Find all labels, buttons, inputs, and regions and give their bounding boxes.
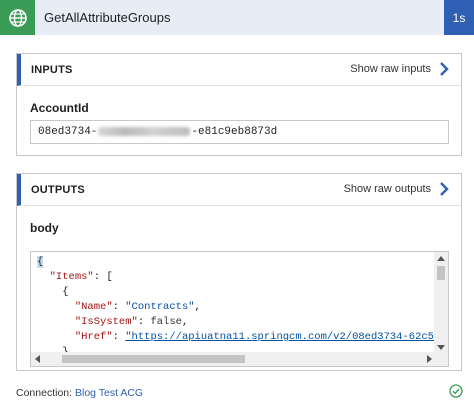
accountid-value-end: -e81c9eb8873d — [191, 126, 278, 138]
json-viewer[interactable]: { "Items": [ { "Name": "Contracts", "IsS… — [30, 251, 449, 367]
body-label: body — [30, 221, 59, 235]
code-bracket: [ — [106, 271, 113, 283]
code-key: "Href" — [74, 331, 113, 343]
scrollbar-corner — [434, 352, 448, 366]
vertical-scrollbar[interactable] — [434, 252, 448, 354]
duration-badge: 1s — [444, 0, 474, 35]
outputs-section: OUTPUTS Show raw outputs body { "Items":… — [16, 173, 462, 371]
accountid-label: AccountId — [30, 101, 89, 115]
horizontal-scrollbar[interactable] — [31, 352, 436, 366]
accountid-value-start: 08ed3734- — [38, 126, 98, 138]
accountid-value[interactable]: 08ed3734- -e81c9eb8873d — [30, 120, 449, 144]
code-brace: { — [62, 286, 69, 298]
code-brace: { — [37, 256, 44, 268]
show-raw-outputs-link[interactable]: Show raw outputs — [344, 183, 431, 195]
connection-link[interactable]: Blog Test ACG — [75, 387, 143, 399]
horizontal-scroll-thumb[interactable] — [62, 355, 245, 363]
chevron-right-icon[interactable] — [437, 60, 451, 78]
outputs-title: OUTPUTS — [31, 184, 85, 196]
inputs-title: INPUTS — [31, 64, 73, 76]
globe-icon — [0, 0, 35, 35]
inputs-header: INPUTS Show raw inputs — [17, 54, 461, 86]
code-key: "Items" — [49, 271, 94, 283]
vertical-scroll-thumb[interactable] — [437, 266, 445, 280]
scroll-right-arrow-icon[interactable] — [427, 355, 432, 363]
outputs-header: OUTPUTS Show raw outputs — [17, 174, 461, 206]
scroll-up-arrow-icon[interactable] — [437, 256, 445, 261]
scroll-left-arrow-icon[interactable] — [35, 355, 40, 363]
code-string: "Contracts" — [125, 301, 195, 313]
action-header[interactable]: GetAllAttributeGroups 1s — [0, 0, 474, 35]
code-link[interactable]: "https://apiuatna11.springcm.com/v2/08ed… — [125, 331, 436, 343]
chevron-right-icon[interactable] — [437, 180, 451, 198]
json-code[interactable]: { "Items": [ { "Name": "Contracts", "IsS… — [31, 252, 436, 354]
check-circle-icon — [449, 384, 463, 398]
action-title: GetAllAttributeGroups — [44, 10, 171, 25]
redacted-segment — [98, 126, 191, 136]
inputs-section: INPUTS Show raw inputs AccountId 08ed373… — [16, 53, 462, 156]
code-key: "Name" — [74, 301, 113, 313]
code-key: "IsSystem" — [74, 316, 138, 328]
code-boolean: false — [150, 316, 182, 328]
scroll-down-arrow-icon[interactable] — [437, 345, 445, 350]
connection-label: Connection: — [16, 387, 73, 399]
show-raw-inputs-link[interactable]: Show raw inputs — [350, 63, 431, 75]
